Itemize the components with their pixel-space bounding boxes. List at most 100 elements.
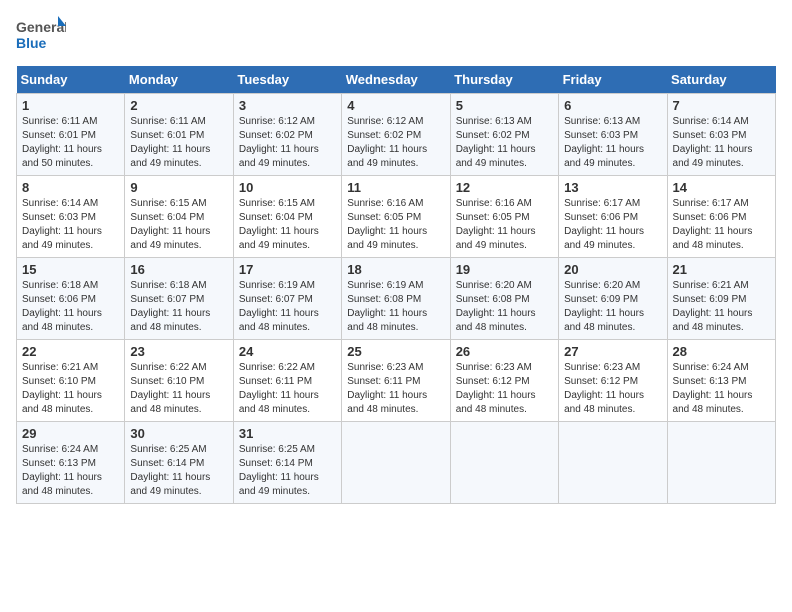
page-header: General Blue [16, 16, 776, 56]
day-info: Sunrise: 6:21 AMSunset: 6:10 PMDaylight:… [22, 361, 119, 417]
day-info: Sunrise: 6:23 AMSunset: 6:12 PMDaylight:… [456, 361, 553, 417]
day-number: 4 [347, 98, 444, 113]
calendar-day: 9 Sunrise: 6:15 AMSunset: 6:04 PMDaylight… [125, 176, 233, 258]
calendar-day: 13Sunrise: 6:17 AMSunset: 6:06 PMDayligh… [559, 176, 667, 258]
calendar-day: 16 Sunrise: 6:18 AMSunset: 6:07 PMDayligh… [125, 258, 233, 340]
calendar-day: 25 Sunrise: 6:23 AMSunset: 6:11 PMDayligh… [342, 340, 450, 422]
day-number: 11 [347, 180, 444, 195]
calendar-day: 22 Sunrise: 6:21 AMSunset: 6:10 PMDayligh… [17, 340, 125, 422]
calendar-day: 11 Sunrise: 6:16 AMSunset: 6:05 PMDayligh… [342, 176, 450, 258]
calendar-day: 10 Sunrise: 6:15 AMSunset: 6:04 PMDayligh… [233, 176, 341, 258]
day-info: Sunrise: 6:15 AMSunset: 6:04 PMDaylight:… [130, 197, 227, 253]
calendar-day: 28 Sunrise: 6:24 AMSunset: 6:13 PMDayligh… [667, 340, 775, 422]
day-number: 14 [673, 180, 770, 195]
calendar-day: 7 Sunrise: 6:14 AMSunset: 6:03 PMDaylight… [667, 94, 775, 176]
day-number: 15 [22, 262, 119, 277]
calendar-day [667, 422, 775, 504]
weekday-header: Monday [125, 66, 233, 94]
day-number: 26 [456, 344, 553, 359]
calendar-week-row: 15 Sunrise: 6:18 AMSunset: 6:06 PMDayligh… [17, 258, 776, 340]
calendar-day: 31Sunrise: 6:25 AMSunset: 6:14 PMDayligh… [233, 422, 341, 504]
day-number: 3 [239, 98, 336, 113]
day-number: 24 [239, 344, 336, 359]
day-info: Sunrise: 6:15 AMSunset: 6:04 PMDaylight:… [239, 197, 336, 253]
day-info: Sunrise: 6:14 AMSunset: 6:03 PMDaylight:… [22, 197, 119, 253]
day-info: Sunrise: 6:20 AMSunset: 6:08 PMDaylight:… [456, 279, 553, 335]
calendar-day: 8 Sunrise: 6:14 AMSunset: 6:03 PMDaylight… [17, 176, 125, 258]
day-number: 5 [456, 98, 553, 113]
day-info: Sunrise: 6:23 AMSunset: 6:12 PMDaylight:… [564, 361, 661, 417]
day-info: Sunrise: 6:11 AMSunset: 6:01 PMDaylight:… [130, 115, 227, 171]
calendar-day: 20 Sunrise: 6:20 AMSunset: 6:09 PMDayligh… [559, 258, 667, 340]
day-info: Sunrise: 6:24 AMSunset: 6:13 PMDaylight:… [673, 361, 770, 417]
day-info: Sunrise: 6:13 AMSunset: 6:02 PMDaylight:… [456, 115, 553, 171]
header-row: SundayMondayTuesdayWednesdayThursdayFrid… [17, 66, 776, 94]
day-info: Sunrise: 6:24 AMSunset: 6:13 PMDaylight:… [22, 443, 119, 499]
day-info: Sunrise: 6:11 AMSunset: 6:01 PMDaylight:… [22, 115, 119, 171]
calendar-day: 18 Sunrise: 6:19 AMSunset: 6:08 PMDayligh… [342, 258, 450, 340]
calendar-day: 15 Sunrise: 6:18 AMSunset: 6:06 PMDayligh… [17, 258, 125, 340]
day-number: 22 [22, 344, 119, 359]
calendar-week-row: 29Sunrise: 6:24 AMSunset: 6:13 PMDayligh… [17, 422, 776, 504]
day-number: 10 [239, 180, 336, 195]
calendar-day [342, 422, 450, 504]
day-info: Sunrise: 6:16 AMSunset: 6:05 PMDaylight:… [456, 197, 553, 253]
calendar-day: 2Sunrise: 6:11 AMSunset: 6:01 PMDaylight… [125, 94, 233, 176]
day-info: Sunrise: 6:12 AMSunset: 6:02 PMDaylight:… [239, 115, 336, 171]
day-info: Sunrise: 6:19 AMSunset: 6:07 PMDaylight:… [239, 279, 336, 335]
day-info: Sunrise: 6:25 AMSunset: 6:14 PMDaylight:… [130, 443, 227, 499]
calendar-day: 19 Sunrise: 6:20 AMSunset: 6:08 PMDayligh… [450, 258, 558, 340]
calendar-day: 26 Sunrise: 6:23 AMSunset: 6:12 PMDayligh… [450, 340, 558, 422]
logo-svg: General Blue [16, 16, 66, 56]
day-info: Sunrise: 6:18 AMSunset: 6:06 PMDaylight:… [22, 279, 119, 335]
day-number: 8 [22, 180, 119, 195]
weekday-header: Tuesday [233, 66, 341, 94]
day-info: Sunrise: 6:20 AMSunset: 6:09 PMDaylight:… [564, 279, 661, 335]
calendar-day: 3 Sunrise: 6:12 AMSunset: 6:02 PMDaylight… [233, 94, 341, 176]
day-number: 18 [347, 262, 444, 277]
day-info: Sunrise: 6:16 AMSunset: 6:05 PMDaylight:… [347, 197, 444, 253]
day-number: 20 [564, 262, 661, 277]
day-number: 19 [456, 262, 553, 277]
calendar-day: 12 Sunrise: 6:16 AMSunset: 6:05 PMDayligh… [450, 176, 558, 258]
day-number: 6 [564, 98, 661, 113]
calendar-day: 17 Sunrise: 6:19 AMSunset: 6:07 PMDayligh… [233, 258, 341, 340]
weekday-header: Sunday [17, 66, 125, 94]
calendar-table: SundayMondayTuesdayWednesdayThursdayFrid… [16, 66, 776, 504]
day-number: 1 [22, 98, 119, 113]
calendar-day: 14Sunrise: 6:17 AMSunset: 6:06 PMDayligh… [667, 176, 775, 258]
day-number: 25 [347, 344, 444, 359]
weekday-header: Thursday [450, 66, 558, 94]
day-number: 27 [564, 344, 661, 359]
day-info: Sunrise: 6:19 AMSunset: 6:08 PMDaylight:… [347, 279, 444, 335]
day-number: 28 [673, 344, 770, 359]
day-number: 17 [239, 262, 336, 277]
calendar-week-row: 8 Sunrise: 6:14 AMSunset: 6:03 PMDaylight… [17, 176, 776, 258]
calendar-day: 27 Sunrise: 6:23 AMSunset: 6:12 PMDayligh… [559, 340, 667, 422]
calendar-day: 4 Sunrise: 6:12 AMSunset: 6:02 PMDaylight… [342, 94, 450, 176]
day-number: 9 [130, 180, 227, 195]
calendar-day: 6Sunrise: 6:13 AMSunset: 6:03 PMDaylight… [559, 94, 667, 176]
calendar-day: 29Sunrise: 6:24 AMSunset: 6:13 PMDayligh… [17, 422, 125, 504]
day-info: Sunrise: 6:12 AMSunset: 6:02 PMDaylight:… [347, 115, 444, 171]
calendar-day: 21 Sunrise: 6:21 AMSunset: 6:09 PMDayligh… [667, 258, 775, 340]
calendar-day [559, 422, 667, 504]
day-number: 30 [130, 426, 227, 441]
day-info: Sunrise: 6:14 AMSunset: 6:03 PMDaylight:… [673, 115, 770, 171]
weekday-header: Wednesday [342, 66, 450, 94]
logo: General Blue [16, 16, 66, 56]
calendar-day: 23 Sunrise: 6:22 AMSunset: 6:10 PMDayligh… [125, 340, 233, 422]
day-info: Sunrise: 6:22 AMSunset: 6:11 PMDaylight:… [239, 361, 336, 417]
day-number: 7 [673, 98, 770, 113]
day-info: Sunrise: 6:22 AMSunset: 6:10 PMDaylight:… [130, 361, 227, 417]
day-info: Sunrise: 6:21 AMSunset: 6:09 PMDaylight:… [673, 279, 770, 335]
calendar-week-row: 1 Sunrise: 6:11 AMSunset: 6:01 PMDaylight… [17, 94, 776, 176]
svg-text:Blue: Blue [16, 35, 47, 51]
calendar-day: 24 Sunrise: 6:22 AMSunset: 6:11 PMDayligh… [233, 340, 341, 422]
day-number: 16 [130, 262, 227, 277]
day-info: Sunrise: 6:23 AMSunset: 6:11 PMDaylight:… [347, 361, 444, 417]
day-info: Sunrise: 6:18 AMSunset: 6:07 PMDaylight:… [130, 279, 227, 335]
day-number: 12 [456, 180, 553, 195]
day-number: 23 [130, 344, 227, 359]
day-number: 21 [673, 262, 770, 277]
